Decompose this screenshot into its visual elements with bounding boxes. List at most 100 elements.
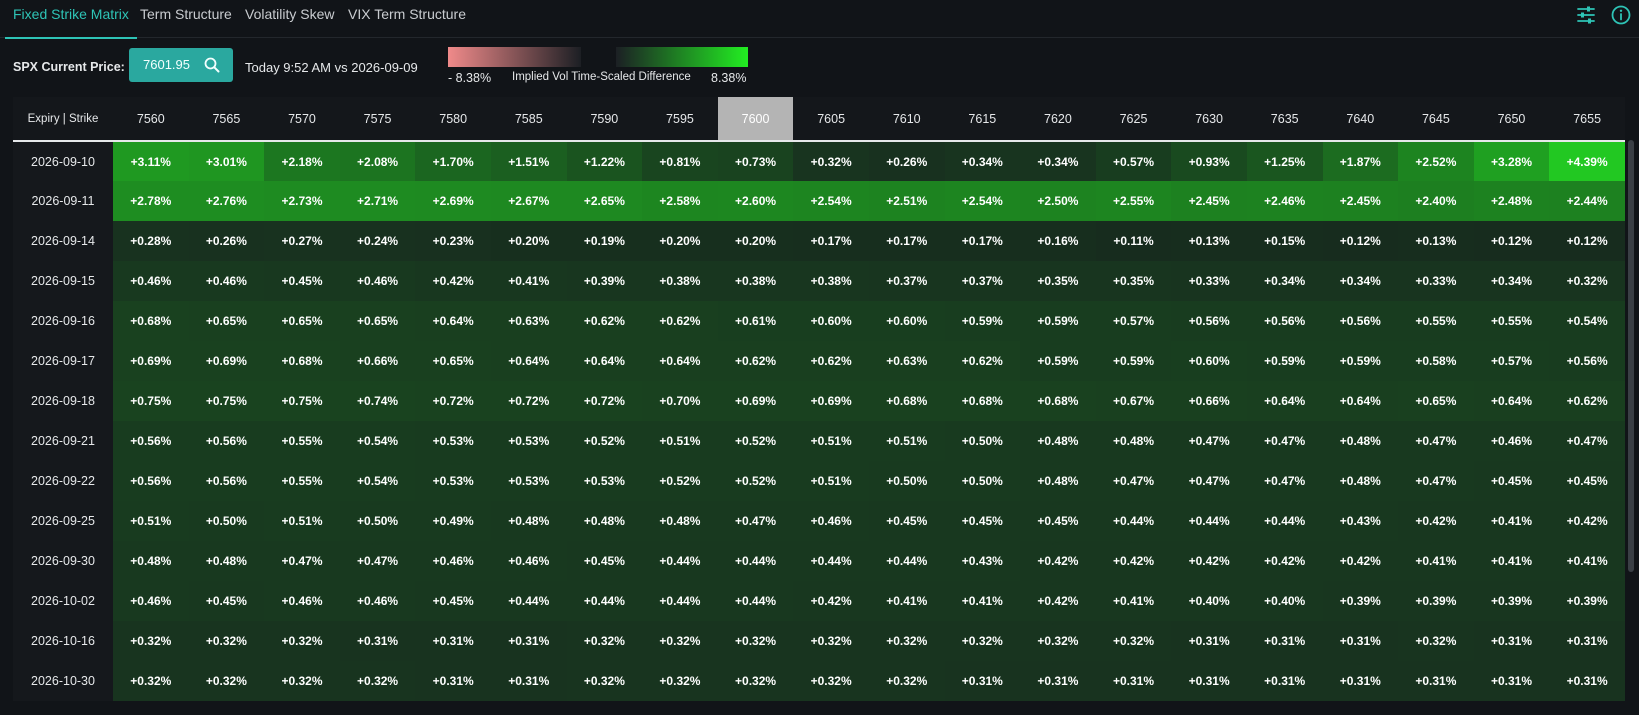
matrix-cell[interactable]: +0.24% xyxy=(339,221,416,261)
matrix-cell[interactable]: +0.48% xyxy=(1020,421,1096,461)
matrix-cell[interactable]: +0.32% xyxy=(264,661,340,701)
matrix-cell[interactable]: +2.54% xyxy=(944,181,1021,221)
matrix-cell[interactable]: +0.42% xyxy=(1020,541,1096,581)
strike-header[interactable]: 7600 xyxy=(717,97,794,142)
matrix-cell[interactable]: +0.32% xyxy=(264,621,340,661)
matrix-cell[interactable]: +0.56% xyxy=(113,421,189,461)
matrix-cell[interactable]: +0.59% xyxy=(1020,301,1096,341)
matrix-cell[interactable]: +0.47% xyxy=(1171,461,1247,501)
matrix-cell[interactable]: +0.32% xyxy=(717,621,794,661)
matrix-cell[interactable]: +0.11% xyxy=(1095,221,1172,261)
info-icon[interactable] xyxy=(1610,4,1632,26)
matrix-cell[interactable]: +0.33% xyxy=(1398,261,1474,301)
matrix-cell[interactable]: +0.13% xyxy=(1171,221,1247,261)
matrix-cell[interactable]: +2.40% xyxy=(1398,181,1474,221)
matrix-cell[interactable]: +0.32% xyxy=(793,621,869,661)
matrix-cell[interactable]: +0.69% xyxy=(717,381,794,421)
strike-header[interactable]: 7575 xyxy=(339,97,416,142)
matrix-cell[interactable]: +0.46% xyxy=(1473,421,1550,461)
matrix-cell[interactable]: +0.50% xyxy=(339,501,416,541)
matrix-cell[interactable]: +0.44% xyxy=(566,581,643,621)
matrix-cell[interactable]: +0.33% xyxy=(1171,261,1247,301)
matrix-cell[interactable]: +0.64% xyxy=(642,341,718,381)
matrix-cell[interactable]: +0.58% xyxy=(1398,341,1474,381)
matrix-cell[interactable]: +0.41% xyxy=(1398,541,1474,581)
matrix-cell[interactable]: +0.31% xyxy=(1322,621,1399,661)
matrix-cell[interactable]: +0.50% xyxy=(944,461,1021,501)
matrix-cell[interactable]: +0.32% xyxy=(188,661,265,701)
matrix-cell[interactable]: +0.46% xyxy=(188,261,265,301)
matrix-cell[interactable]: +1.70% xyxy=(415,141,491,181)
matrix-cell[interactable]: +2.45% xyxy=(1322,181,1399,221)
matrix-cell[interactable]: +0.44% xyxy=(717,581,794,621)
matrix-cell[interactable]: +0.41% xyxy=(868,581,945,621)
matrix-cell[interactable]: +2.44% xyxy=(1549,181,1625,221)
matrix-cell[interactable]: +2.76% xyxy=(188,181,265,221)
matrix-cell[interactable]: +2.69% xyxy=(415,181,491,221)
matrix-cell[interactable]: +0.32% xyxy=(566,661,643,701)
matrix-cell[interactable]: +0.44% xyxy=(1095,501,1172,541)
matrix-cell[interactable]: +0.31% xyxy=(415,661,491,701)
matrix-cell[interactable]: +0.48% xyxy=(1020,461,1096,501)
matrix-cell[interactable]: +0.23% xyxy=(415,221,491,261)
matrix-cell[interactable]: +0.47% xyxy=(1246,461,1323,501)
matrix-cell[interactable]: +0.17% xyxy=(793,221,869,261)
matrix-cell[interactable]: +0.81% xyxy=(642,141,718,181)
tab-fixed-strike-matrix[interactable]: Fixed Strike Matrix xyxy=(5,0,137,39)
matrix-cell[interactable]: +0.26% xyxy=(188,221,265,261)
matrix-cell[interactable]: +0.62% xyxy=(717,341,794,381)
matrix-cell[interactable]: +0.32% xyxy=(793,141,869,181)
matrix-cell[interactable]: +0.31% xyxy=(1171,621,1247,661)
matrix-cell[interactable]: +0.93% xyxy=(1171,141,1247,181)
matrix-cell[interactable]: +0.51% xyxy=(264,501,340,541)
matrix-cell[interactable]: +0.52% xyxy=(642,461,718,501)
strike-header[interactable]: 7635 xyxy=(1246,97,1323,142)
matrix-cell[interactable]: +3.28% xyxy=(1473,141,1550,181)
matrix-cell[interactable]: +0.38% xyxy=(793,261,869,301)
matrix-cell[interactable]: +0.40% xyxy=(1246,581,1323,621)
matrix-cell[interactable]: +0.50% xyxy=(188,501,265,541)
matrix-cell[interactable]: +0.13% xyxy=(1398,221,1474,261)
matrix-cell[interactable]: +0.69% xyxy=(188,341,265,381)
matrix-cell[interactable]: +3.11% xyxy=(113,141,189,181)
matrix-cell[interactable]: +0.41% xyxy=(490,261,567,301)
matrix-cell[interactable]: +0.20% xyxy=(717,221,794,261)
matrix-cell[interactable]: +0.43% xyxy=(944,541,1021,581)
strike-header[interactable]: 7605 xyxy=(793,97,869,142)
matrix-cell[interactable]: +0.32% xyxy=(1020,621,1096,661)
matrix-cell[interactable]: +0.45% xyxy=(1020,501,1096,541)
matrix-cell[interactable]: +2.60% xyxy=(717,181,794,221)
matrix-cell[interactable]: +0.74% xyxy=(339,381,416,421)
matrix-cell[interactable]: +0.15% xyxy=(1246,221,1323,261)
matrix-cell[interactable]: +0.59% xyxy=(1322,341,1399,381)
matrix-cell[interactable]: +0.44% xyxy=(490,581,567,621)
matrix-cell[interactable]: +0.73% xyxy=(717,141,794,181)
matrix-cell[interactable]: +0.31% xyxy=(490,661,567,701)
matrix-cell[interactable]: +0.69% xyxy=(113,341,189,381)
matrix-cell[interactable]: +0.63% xyxy=(868,341,945,381)
matrix-cell[interactable]: +0.47% xyxy=(339,541,416,581)
matrix-cell[interactable]: +0.42% xyxy=(1322,541,1399,581)
matrix-cell[interactable]: +0.31% xyxy=(1095,661,1172,701)
strike-header[interactable]: 7620 xyxy=(1020,97,1096,142)
matrix-cell[interactable]: +0.45% xyxy=(1549,461,1625,501)
matrix-cell[interactable]: +0.20% xyxy=(490,221,567,261)
matrix-cell[interactable]: +0.42% xyxy=(1095,541,1172,581)
matrix-cell[interactable]: +0.53% xyxy=(415,421,491,461)
matrix-cell[interactable]: +0.48% xyxy=(490,501,567,541)
matrix-cell[interactable]: +0.32% xyxy=(642,661,718,701)
matrix-cell[interactable]: +0.66% xyxy=(339,341,416,381)
matrix-cell[interactable]: +0.55% xyxy=(264,421,340,461)
matrix-cell[interactable]: +0.57% xyxy=(1473,341,1550,381)
matrix-cell[interactable]: +2.54% xyxy=(793,181,869,221)
matrix-cell[interactable]: +0.48% xyxy=(1322,421,1399,461)
matrix-cell[interactable]: +0.47% xyxy=(1171,421,1247,461)
matrix-cell[interactable]: +0.52% xyxy=(717,461,794,501)
matrix-cell[interactable]: +0.32% xyxy=(113,621,189,661)
matrix-cell[interactable]: +0.60% xyxy=(793,301,869,341)
matrix-cell[interactable]: +0.44% xyxy=(717,541,794,581)
matrix-cell[interactable]: +0.46% xyxy=(339,261,416,301)
matrix-cell[interactable]: +0.62% xyxy=(642,301,718,341)
matrix-cell[interactable]: +0.32% xyxy=(642,621,718,661)
strike-header[interactable]: 7615 xyxy=(944,97,1021,142)
